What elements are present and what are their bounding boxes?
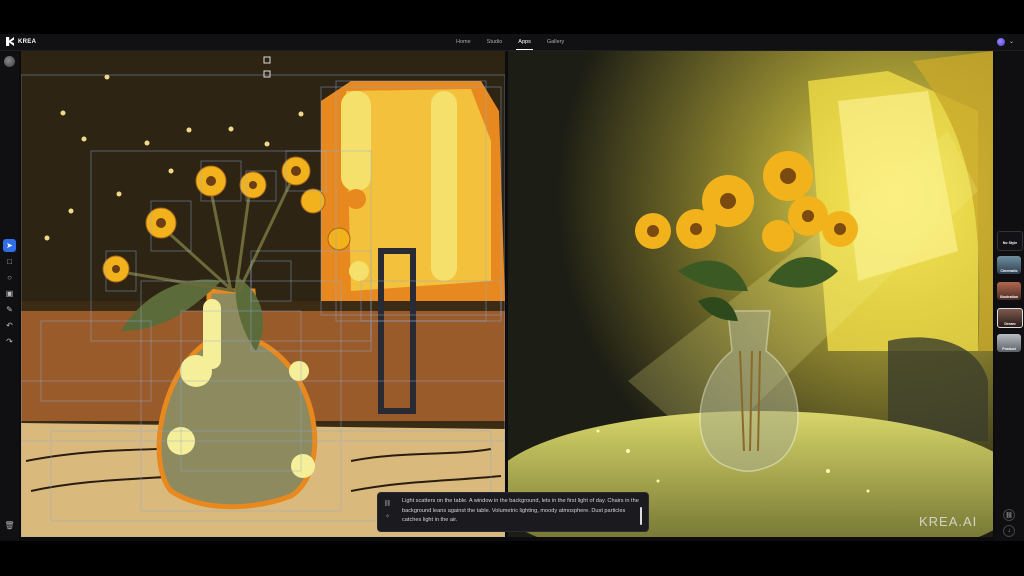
- tool-rail: ➤ □ ○ ▣ ✎ ↶ ↷ 🗑: [0, 51, 19, 541]
- style-label: Cinematic: [1000, 269, 1018, 273]
- pointer-icon: ➤: [6, 241, 13, 250]
- prompt-text[interactable]: Light scatters on the table. A window in…: [402, 497, 640, 526]
- project-thumbnail[interactable]: [4, 56, 15, 67]
- style-rail: No Style Cinematic Illustration Dream Pr…: [995, 51, 1024, 541]
- circle-icon: ○: [7, 273, 12, 282]
- square-icon: □: [7, 257, 12, 266]
- style-illustration[interactable]: Illustration: [997, 282, 1021, 300]
- generated-image: [508, 51, 993, 537]
- redo-icon: ↷: [6, 337, 13, 346]
- brand[interactable]: KREA: [6, 37, 36, 46]
- user-avatar[interactable]: [997, 38, 1005, 46]
- prompt-box[interactable]: ⛓ ✧ Light scatters on the table. A windo…: [377, 492, 649, 532]
- rectangle-tool[interactable]: □: [3, 255, 16, 268]
- sparkle-icon[interactable]: ✧: [383, 512, 392, 521]
- krea-watermark: KREA.AI: [919, 514, 978, 529]
- style-label: Illustration: [999, 295, 1019, 299]
- letterbox-top: [0, 0, 1024, 34]
- style-product[interactable]: Product: [997, 334, 1021, 352]
- chevron-down-icon[interactable]: ⌄: [1009, 38, 1014, 45]
- sketch-canvas[interactable]: [21, 51, 505, 537]
- download-icon[interactable]: ↓: [1003, 525, 1015, 537]
- image-tool[interactable]: ▣: [3, 287, 16, 300]
- sketch-drawing: [21, 51, 505, 537]
- top-navigation: KREA Home Studio Apps Gallery ⌄: [0, 34, 1024, 51]
- style-cinematic[interactable]: Cinematic: [997, 256, 1021, 274]
- link-icon[interactable]: ⛓: [383, 499, 392, 508]
- trash-icon[interactable]: 🗑: [3, 519, 16, 532]
- style-label: No Style: [1002, 241, 1018, 245]
- style-label: Product: [1002, 347, 1016, 351]
- style-dream[interactable]: Dream: [997, 308, 1023, 328]
- pen-tool[interactable]: ✎: [3, 303, 16, 316]
- krea-logo-icon: [6, 37, 14, 46]
- pointer-tool[interactable]: ➤: [3, 239, 16, 252]
- style-no-style[interactable]: No Style: [997, 231, 1023, 251]
- link-icon[interactable]: ⛓: [1003, 509, 1015, 521]
- nav-home[interactable]: Home: [448, 34, 479, 50]
- nav-gallery[interactable]: Gallery: [539, 34, 572, 50]
- letterbox-bottom: [0, 541, 1024, 576]
- undo-button[interactable]: ↶: [3, 319, 16, 332]
- undo-icon: ↶: [6, 321, 13, 330]
- prompt-scrollbar[interactable]: [640, 507, 642, 525]
- generated-image-art: [508, 51, 993, 537]
- pen-icon: ✎: [6, 305, 13, 314]
- nav-apps[interactable]: Apps: [510, 34, 539, 50]
- image-icon: ▣: [5, 289, 14, 298]
- nav-links: Home Studio Apps Gallery: [448, 34, 572, 50]
- style-label: Dream: [1004, 322, 1016, 326]
- redo-button[interactable]: ↷: [3, 335, 16, 348]
- prompt-icons: ⛓ ✧: [383, 499, 393, 525]
- brand-name: KREA: [18, 38, 37, 45]
- nav-studio[interactable]: Studio: [479, 34, 511, 50]
- circle-tool[interactable]: ○: [3, 271, 16, 284]
